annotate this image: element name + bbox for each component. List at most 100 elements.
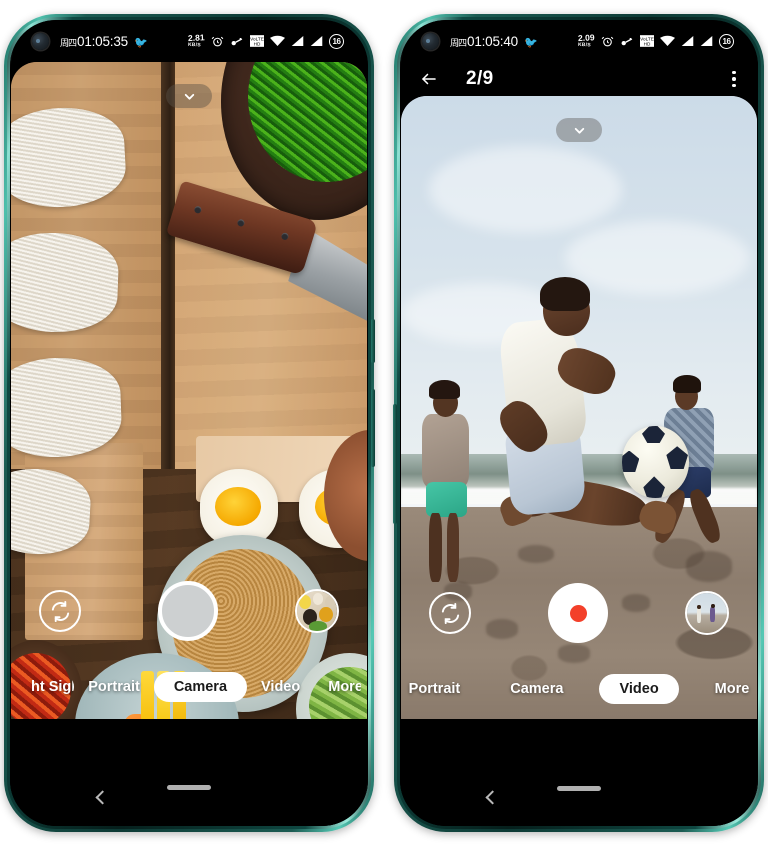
chevron-down-icon bbox=[184, 93, 194, 100]
expand-settings-button[interactable] bbox=[166, 84, 212, 108]
mode-camera[interactable]: Camera bbox=[153, 672, 248, 702]
ball-panel bbox=[642, 426, 665, 444]
more-vert-icon[interactable] bbox=[732, 70, 736, 88]
mode-portrait[interactable]: Portrait bbox=[401, 675, 474, 703]
signal-icon bbox=[681, 35, 694, 47]
expand-settings-button[interactable] bbox=[556, 118, 602, 142]
volume-up-button[interactable] bbox=[371, 319, 375, 363]
cloud bbox=[429, 145, 622, 234]
volume-button[interactable] bbox=[393, 404, 397, 524]
front-camera-punch-hole bbox=[422, 32, 439, 50]
right-navigation-bar bbox=[400, 766, 758, 826]
signal-icon bbox=[291, 35, 304, 47]
svg-text:VoLTE: VoLTE bbox=[250, 36, 264, 41]
mode-more[interactable]: More bbox=[314, 673, 361, 701]
gallery-thumbnail-button[interactable] bbox=[295, 589, 339, 633]
back-arrow-icon[interactable] bbox=[418, 70, 440, 88]
mode-video[interactable]: Video bbox=[599, 674, 679, 704]
footprint bbox=[685, 550, 733, 582]
right-viewfinder[interactable]: Portrait Camera Video More bbox=[401, 96, 757, 719]
right-phone-bezel: 周四 01:05:40 🐦 2.09 KB/S VoLTE HD 16 2/9 … bbox=[400, 20, 758, 826]
status-clock: 周四 01:05:40 🐦 bbox=[450, 34, 538, 49]
menu-dot bbox=[732, 83, 736, 88]
left-viewfinder[interactable]: ht Sight Portrait Camera Video More bbox=[11, 62, 367, 719]
right-mode-selector[interactable]: Portrait Camera Video More bbox=[401, 674, 757, 704]
thumb-person-head bbox=[711, 604, 715, 609]
egg-yolk bbox=[215, 486, 261, 527]
footprint bbox=[518, 544, 555, 564]
key-icon bbox=[231, 37, 243, 45]
spinach-greens bbox=[248, 62, 367, 182]
right-status-bar: 周四 01:05:40 🐦 2.09 KB/S VoLTE HD 16 bbox=[400, 20, 758, 62]
status-weekday: 周四 bbox=[450, 37, 467, 48]
knife-rivet bbox=[193, 205, 203, 215]
gallery-thumbnail-button[interactable] bbox=[685, 591, 729, 635]
power-button[interactable] bbox=[371, 389, 375, 467]
svg-text:VoLTE: VoLTE bbox=[640, 36, 654, 41]
network-speed: 2.81 KB/S bbox=[188, 33, 205, 49]
network-speed: 2.09 KB/S bbox=[578, 33, 595, 49]
camera-flip-button[interactable] bbox=[39, 590, 81, 632]
knife-rivet bbox=[237, 218, 246, 228]
left-navigation-bar bbox=[10, 765, 368, 826]
battery-indicator: 16 bbox=[719, 33, 734, 49]
svg-text:HD: HD bbox=[254, 42, 261, 47]
mode-night-sight[interactable]: ht Sight bbox=[17, 673, 74, 701]
menu-dot bbox=[732, 77, 736, 81]
volte-icon: VoLTE HD bbox=[640, 35, 654, 47]
home-indicator[interactable] bbox=[167, 785, 211, 790]
record-button[interactable] bbox=[548, 583, 608, 643]
key-icon bbox=[621, 37, 633, 45]
left-phone: 周四 01:05:35 🐦 2.81 KB/S VoLTE HD 16 ht S… bbox=[4, 14, 375, 832]
spice-dot bbox=[309, 621, 327, 631]
thumb-person bbox=[710, 606, 716, 622]
mode-video[interactable]: Video bbox=[247, 673, 314, 701]
menu-dot bbox=[732, 70, 736, 75]
right-camera-controls bbox=[401, 583, 757, 643]
camera-flip-icon bbox=[441, 602, 459, 624]
network-speed-unit: KB/S bbox=[188, 41, 202, 49]
side-player-left-shorts bbox=[425, 482, 467, 517]
home-indicator[interactable] bbox=[557, 786, 601, 791]
left-phone-screen: 周四 01:05:35 🐦 2.81 KB/S VoLTE HD 16 ht S… bbox=[10, 20, 368, 826]
mode-more[interactable]: More bbox=[701, 675, 757, 703]
spice-dot bbox=[313, 593, 324, 605]
bird-icon: 🐦 bbox=[523, 36, 538, 49]
cloud bbox=[564, 220, 750, 296]
alarm-clock-icon bbox=[211, 36, 224, 46]
page-counter: 2/9 bbox=[466, 68, 494, 89]
wifi-icon bbox=[270, 35, 285, 46]
right-phone-screen: 周四 01:05:40 🐦 2.09 KB/S VoLTE HD 16 2/9 … bbox=[400, 20, 758, 826]
record-dot-icon bbox=[569, 604, 587, 622]
football bbox=[621, 426, 690, 498]
volte-icon: VoLTE HD bbox=[250, 35, 264, 47]
dual-phone-screenshot: 周四 01:05:35 🐦 2.81 KB/S VoLTE HD 16 ht S… bbox=[0, 0, 768, 846]
battery-indicator: 16 bbox=[329, 33, 344, 49]
status-clock: 周四 01:05:35 🐦 bbox=[60, 34, 148, 49]
footprint bbox=[557, 644, 590, 663]
side-player-left-torso bbox=[422, 413, 469, 489]
camera-flip-icon bbox=[51, 600, 69, 622]
right-phone: 周四 01:05:40 🐦 2.09 KB/S VoLTE HD 16 2/9 … bbox=[393, 14, 764, 832]
wifi-icon bbox=[660, 35, 675, 46]
knife-rivet bbox=[280, 232, 290, 241]
right-sub-header: 2/9 bbox=[400, 62, 758, 96]
main-player-hair bbox=[539, 276, 590, 311]
front-camera-punch-hole bbox=[32, 32, 49, 50]
thumb-person-head bbox=[697, 605, 701, 609]
beach-thumbnail bbox=[687, 593, 727, 633]
side-player-left-hair bbox=[429, 380, 460, 399]
signal2-icon bbox=[700, 35, 713, 47]
left-phone-bezel: 周四 01:05:35 🐦 2.81 KB/S VoLTE HD 16 ht S… bbox=[10, 20, 368, 826]
left-camera-controls bbox=[11, 581, 367, 641]
ball-panel bbox=[666, 446, 688, 470]
spices-thumbnail bbox=[297, 591, 337, 631]
back-icon[interactable] bbox=[95, 789, 110, 805]
shutter-button[interactable] bbox=[158, 581, 218, 641]
svg-text:HD: HD bbox=[644, 42, 651, 47]
camera-flip-button[interactable] bbox=[429, 592, 471, 634]
mode-portrait[interactable]: Portrait bbox=[74, 673, 154, 701]
mode-camera[interactable]: Camera bbox=[496, 675, 577, 703]
left-mode-selector[interactable]: ht Sight Portrait Camera Video More bbox=[11, 672, 367, 702]
back-icon[interactable] bbox=[485, 790, 500, 805]
